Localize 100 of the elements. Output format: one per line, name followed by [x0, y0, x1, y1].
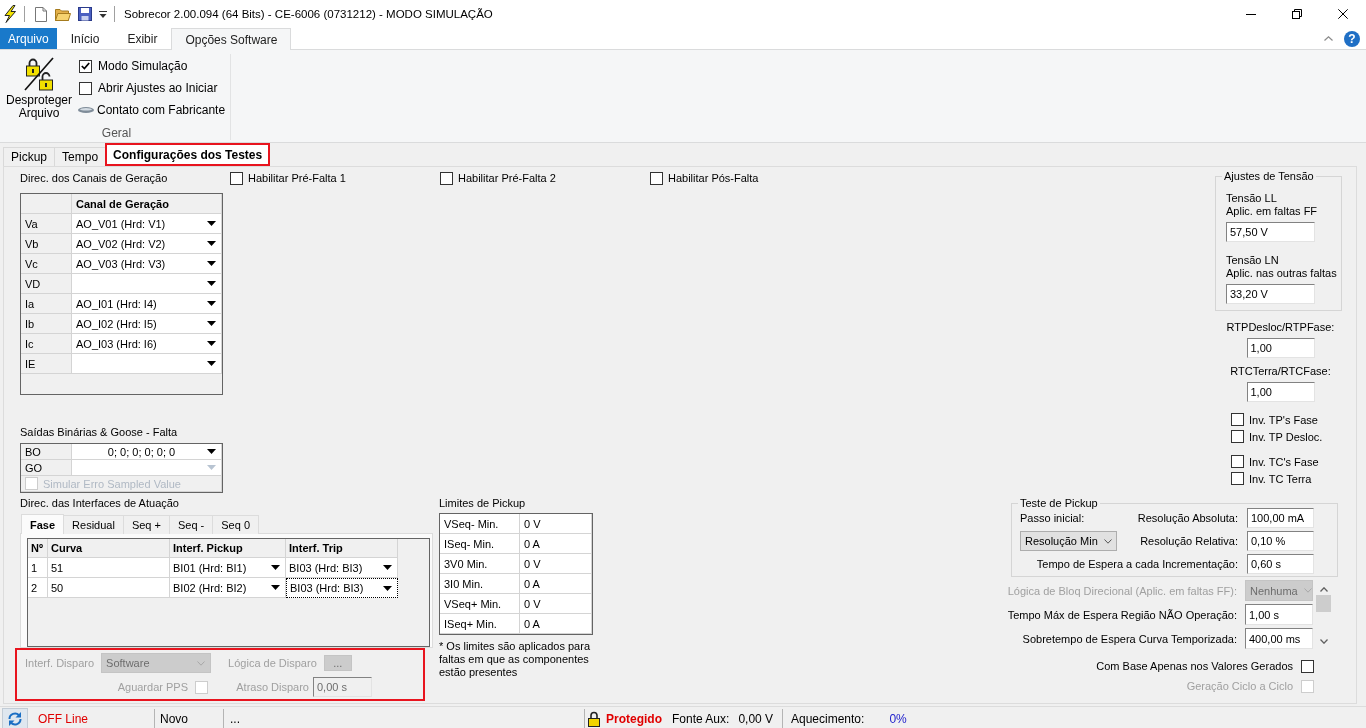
caret-down-icon — [271, 585, 280, 590]
scrollbar-thumb[interactable] — [1316, 595, 1331, 612]
setting-field[interactable]: 400,00 ms — [1245, 628, 1313, 649]
tab[interactable]: Seq - — [168, 515, 214, 534]
table-cell: 0 V — [520, 514, 592, 534]
ribbon-tab[interactable]: Início — [56, 28, 114, 49]
table-cell: 2 — [28, 578, 48, 598]
save-icon[interactable] — [78, 7, 92, 21]
tab[interactable]: Configurações dos Testes — [105, 143, 271, 166]
voltage-field[interactable]: 33,20 V — [1226, 284, 1315, 304]
field-label: Sobretempo de Espera Curva Temporizada: — [1022, 631, 1237, 646]
caret-down-icon — [207, 221, 216, 226]
field-label: Lógica de Disparo — [228, 656, 317, 670]
checkbox-label: Geração Ciclo a Ciclo — [1186, 679, 1293, 693]
checkbox-label: Inv. TP Desloc. — [1249, 429, 1323, 444]
checkbox[interactable] — [1301, 659, 1314, 673]
folder-icon[interactable] — [55, 7, 71, 21]
help-button[interactable]: ? — [1344, 30, 1360, 47]
field-hint: Aplic. em faltas FF — [1226, 205, 1318, 218]
new-file-icon[interactable] — [35, 6, 47, 22]
output-select[interactable]: 0; 0; 0; 0; 0; 0 — [72, 444, 222, 460]
tab[interactable]: Fase — [21, 514, 65, 534]
interface-select[interactable]: BI03 (Hrd: BI3) — [286, 558, 398, 578]
step-select[interactable]: Resolução Min — [1020, 531, 1117, 551]
footnote: * Os limites são aplicados para faltas em que as componentes estão presentes — [439, 640, 591, 679]
field-label: Tempo de Espera a cada Incrementação: — [1036, 557, 1238, 571]
ribbon-tab[interactable]: Arquivo — [0, 28, 57, 49]
group-title: Ajustes de Tensão — [1222, 169, 1316, 183]
checkmark-icon — [81, 62, 90, 70]
chevron-down-icon — [1303, 588, 1312, 593]
channel-select[interactable]: AO_I03 (Hrd: I6) — [72, 334, 222, 354]
refresh-button[interactable] — [2, 708, 28, 728]
checkbox-label: Modo Simulação — [98, 59, 188, 73]
tab[interactable]: Seq 0 — [212, 515, 259, 534]
field-label: Lógica de Bloq Direcional (Aplic. em faltas FF): — [1007, 583, 1237, 598]
interface-select[interactable]: BI03 (Hrd: BI3) — [286, 578, 398, 598]
tab[interactable]: Tempo — [54, 147, 107, 166]
ribbon-tab[interactable]: Opções Software — [171, 28, 292, 50]
checkbox[interactable] — [1231, 430, 1244, 443]
section-label: Limites de Pickup — [439, 496, 526, 510]
interface-select[interactable]: BI02 (Hrd: BI2) — [170, 578, 286, 598]
ratio-field[interactable]: 1,00 — [1246, 338, 1315, 358]
voltage-field[interactable]: 57,50 V — [1226, 222, 1315, 242]
checkbox[interactable] — [440, 171, 453, 185]
row-header: 3V0 Min. — [440, 554, 520, 574]
channel-select[interactable]: AO_V03 (Hrd: V3) — [72, 254, 222, 274]
checkbox[interactable] — [650, 171, 663, 185]
value-field[interactable]: 0,10 % — [1247, 531, 1314, 551]
field-label: Interf. Disparo — [25, 656, 95, 670]
section-label: Saídas Binárias & Goose - Falta — [20, 425, 178, 439]
channel-select[interactable]: AO_V02 (Hrd: V2) — [72, 234, 222, 254]
chevron-up-icon[interactable] — [1324, 36, 1333, 41]
checkbox[interactable] — [230, 171, 243, 185]
group-label: Geral — [101, 126, 132, 140]
section-label: Direc. dos Canais de Geração — [20, 171, 168, 185]
value-field[interactable]: 0,60 s — [1247, 554, 1314, 574]
interface-select[interactable]: BI01 (Hrd: BI1) — [170, 558, 286, 578]
tab[interactable]: Seq + — [122, 515, 170, 534]
channel-select[interactable]: AO_V01 (Hrd: V1) — [72, 214, 222, 234]
row-header: ISeq- Min. — [440, 534, 520, 554]
checkbox[interactable] — [1231, 413, 1244, 426]
checkbox-label: Habilitar Pós-Falta — [668, 171, 759, 185]
tab[interactable]: Residual — [63, 515, 124, 534]
row-header: 3I0 Min. — [440, 574, 520, 594]
value-field[interactable]: 100,00 mA — [1247, 508, 1314, 528]
checkbox-label: Habilitar Pré-Falta 1 — [248, 171, 346, 185]
table-cell: 1 — [28, 558, 48, 578]
file-status: Novo — [160, 711, 188, 726]
channel-select[interactable]: AO_I02 (Hrd: I5) — [72, 314, 222, 334]
unprotect-button[interactable]: Desproteger Arquivo — [3, 55, 75, 120]
checkbox[interactable] — [1231, 455, 1244, 468]
table-cell: 50 — [48, 578, 170, 598]
checkbox[interactable] — [1231, 472, 1244, 485]
ribbon-tab[interactable]: Exibir — [113, 28, 172, 49]
checkbox[interactable] — [79, 59, 92, 73]
padlock-icon — [588, 710, 600, 727]
field-label: RTCTerra/RTCFase: — [1230, 365, 1331, 378]
header-cell — [21, 194, 72, 214]
chevron-up-icon[interactable] — [1319, 587, 1328, 592]
tab[interactable]: Pickup — [3, 147, 56, 166]
caret-down-icon — [207, 261, 216, 266]
caret-down-icon — [207, 341, 216, 346]
channel-select[interactable]: AO_I01 (Hrd: I4) — [72, 294, 222, 314]
chevron-down-icon[interactable] — [1319, 639, 1328, 644]
checkbox-label: Inv. TC Terra — [1249, 471, 1312, 486]
caret-down-icon[interactable] — [99, 10, 107, 18]
table-cell: 0 V — [520, 594, 592, 614]
row-header: VSeq- Min. — [440, 514, 520, 534]
caret-down-icon — [207, 281, 216, 286]
field-label: Resolução Absoluta: — [1137, 511, 1238, 525]
field-label: RTPDesloc/RTPFase: — [1226, 321, 1335, 334]
caret-down-icon — [383, 585, 392, 591]
contact-button[interactable]: Contato com Fabricante — [78, 99, 226, 121]
checkbox-label: Aguardar PPS — [117, 680, 188, 694]
status-value: 0,00 V — [738, 711, 774, 726]
checkbox-label: Simular Erro Sampled Value — [43, 476, 181, 491]
minimize-icon — [1246, 13, 1256, 15]
setting-field[interactable]: 1,00 s — [1245, 604, 1313, 625]
checkbox[interactable] — [79, 81, 92, 95]
ratio-field[interactable]: 1,00 — [1246, 382, 1315, 402]
